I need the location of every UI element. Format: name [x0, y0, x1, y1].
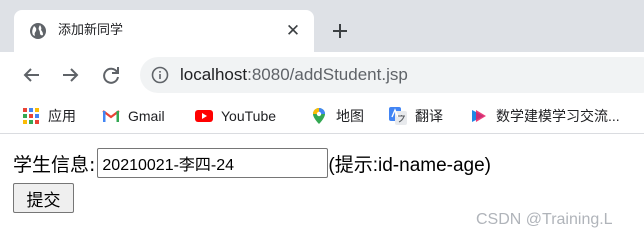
bookmark-apps[interactable]: 应用 — [22, 106, 76, 126]
reload-icon[interactable] — [99, 63, 123, 87]
bookmark-youtube[interactable]: YouTube — [195, 106, 276, 126]
bookmark-label: 数学建模学习交流... — [496, 108, 620, 124]
student-form-row: 学生信息: (提示:id-name-age) — [13, 148, 491, 178]
bookmark-math-modeling[interactable]: 数学建模学习交流... — [470, 106, 620, 126]
bookmark-label: 翻译 — [415, 108, 443, 124]
submit-button[interactable]: 提交 — [13, 183, 74, 213]
back-arrow-icon[interactable] — [20, 63, 44, 87]
apps-grid-icon — [22, 107, 40, 125]
new-tab-button[interactable] — [328, 19, 352, 43]
browser-toolbar: localhost:8080/addStudent.jsp — [0, 52, 644, 98]
bookmark-maps[interactable]: 地图 — [310, 106, 364, 126]
active-tab[interactable]: 添加新同学 ✕ — [14, 10, 314, 52]
bookmark-label: 应用 — [48, 108, 76, 124]
address-bar[interactable]: localhost:8080/addStudent.jsp — [140, 57, 644, 93]
translate-icon — [389, 107, 407, 125]
student-info-label: 学生信息: — [13, 153, 96, 176]
bookmark-label: Gmail — [128, 108, 165, 124]
page-content: 学生信息: (提示:id-name-age) 提交 CSDN @Training… — [0, 135, 644, 241]
format-hint: (提示:id-name-age) — [328, 154, 492, 176]
bookmarks-bar: 应用 Gmail YouTube 地图 翻译 数学建模学习交流... — [0, 98, 644, 134]
url-host: localhost — [180, 65, 248, 84]
bookmark-label: YouTube — [221, 108, 277, 124]
tab-strip: 添加新同学 ✕ — [0, 0, 644, 52]
student-info-input[interactable] — [97, 148, 329, 178]
bookmark-translate[interactable]: 翻译 — [389, 106, 443, 126]
close-tab-icon[interactable]: ✕ — [283, 21, 303, 41]
site-info-icon[interactable] — [151, 66, 169, 84]
url-path: :8080/addStudent.jsp — [247, 65, 408, 84]
bookmark-label: 地图 — [336, 108, 364, 124]
forward-arrow-icon[interactable] — [58, 63, 82, 87]
youtube-icon — [195, 107, 213, 125]
tab-title: 添加新同学 — [58, 23, 124, 38]
gmail-icon — [102, 107, 120, 125]
bookmark-gmail[interactable]: Gmail — [102, 106, 165, 126]
maps-pin-icon — [310, 107, 328, 125]
globe-icon — [29, 22, 47, 40]
youku-icon — [470, 107, 488, 125]
url-text[interactable]: localhost:8080/addStudent.jsp — [180, 65, 408, 85]
csdn-watermark: CSDN @Training.L — [476, 211, 613, 228]
